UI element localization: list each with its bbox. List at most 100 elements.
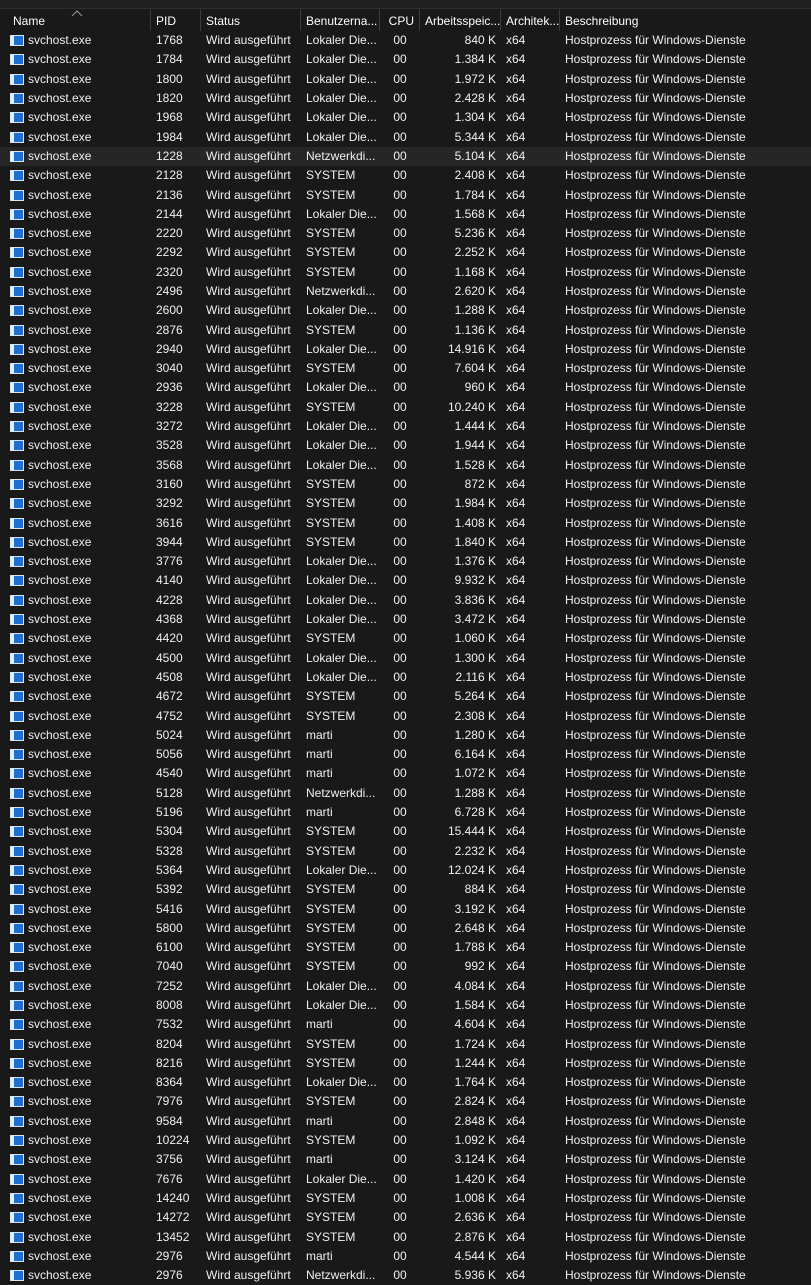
table-row[interactable]: svchost.exe 3528 Wird ausgeführt Lokaler Di…	[0, 436, 811, 455]
table-row[interactable]: svchost.exe 4672 Wird ausgeführt SYSTEM 00 5.…	[0, 687, 811, 706]
table-row[interactable]: svchost.exe 2600 Wird ausgeführt Lokaler Di…	[0, 301, 811, 320]
process-pid: 4752	[156, 708, 183, 723]
table-row[interactable]: svchost.exe 4752 Wird ausgeführt SYSTEM 00 2.…	[0, 706, 811, 725]
table-row[interactable]: svchost.exe 1820 Wird ausgeführt Lokaler Di…	[0, 89, 811, 108]
table-row[interactable]: svchost.exe 14272 Wird ausgeführt SYSTEM 00 2…	[0, 1208, 811, 1227]
table-row[interactable]: svchost.exe 2136 Wird ausgeführt SYSTEM 00 1.…	[0, 185, 811, 204]
table-row[interactable]: svchost.exe 7040 Wird ausgeführt SYSTEM 00 99…	[0, 957, 811, 976]
table-row[interactable]: svchost.exe 3292 Wird ausgeführt SYSTEM 00 1.…	[0, 494, 811, 513]
table-row[interactable]: svchost.exe 7252 Wird ausgeführt Lokaler Di…	[0, 977, 811, 996]
table-row[interactable]: svchost.exe 4368 Wird ausgeführt Lokaler Di…	[0, 610, 811, 629]
table-row[interactable]: svchost.exe 3272 Wird ausgeführt Lokaler Di…	[0, 417, 811, 436]
table-row[interactable]: svchost.exe 5056 Wird ausgeführt marti 00 6.1…	[0, 745, 811, 764]
table-row[interactable]: svchost.exe 2976 Wird ausgeführt marti 00 4.5…	[0, 1247, 811, 1266]
column-header-architecture[interactable]: Architek...	[501, 9, 560, 31]
table-row[interactable]: svchost.exe 7976 Wird ausgeführt SYSTEM 00 2.…	[0, 1092, 811, 1111]
column-header-description[interactable]: Beschreibung	[560, 9, 811, 31]
table-row[interactable]: svchost.exe 4508 Wird ausgeführt Lokaler Di…	[0, 668, 811, 687]
table-row[interactable]: svchost.exe 4540 Wird ausgeführt marti 00 1.0…	[0, 764, 811, 783]
table-row[interactable]: svchost.exe 8008 Wird ausgeführt Lokaler Di…	[0, 996, 811, 1015]
process-cpu: 00	[393, 187, 407, 202]
table-row[interactable]: svchost.exe 2320 Wird ausgeführt SYSTEM 00 1.…	[0, 263, 811, 282]
process-description: Hostprozess für Windows-Dienste	[565, 766, 746, 781]
application-window-icon	[10, 961, 24, 973]
table-row[interactable]: svchost.exe 13452 Wird ausgeführt SYSTEM 00 2…	[0, 1227, 811, 1246]
column-header-user[interactable]: Benutzerna...	[301, 9, 380, 31]
table-row[interactable]: svchost.exe 1768 Wird ausgeführt Lokaler Di…	[0, 31, 811, 50]
process-architecture: x64	[506, 862, 526, 877]
table-row[interactable]: svchost.exe 3944 Wird ausgeführt SYSTEM 00 1.…	[0, 533, 811, 552]
table-row[interactable]: svchost.exe 4140 Wird ausgeführt Lokaler Di…	[0, 571, 811, 590]
table-row[interactable]: svchost.exe 7676 Wird ausgeführt Lokaler Di…	[0, 1170, 811, 1189]
table-row[interactable]: svchost.exe 5416 Wird ausgeführt SYSTEM 00 3.…	[0, 899, 811, 918]
table-row[interactable]: svchost.exe 3616 Wird ausgeführt SYSTEM 00 1.…	[0, 513, 811, 532]
table-row[interactable]: svchost.exe 2144 Wird ausgeführt Lokaler Di…	[0, 205, 811, 224]
table-row[interactable]: svchost.exe 3228 Wird ausgeführt SYSTEM 00 10…	[0, 398, 811, 417]
table-row[interactable]: svchost.exe 2496 Wird ausgeführt Netzwerkdi…	[0, 282, 811, 301]
application-window-icon	[10, 1096, 24, 1108]
table-row[interactable]: svchost.exe 3568 Wird ausgeführt Lokaler Di…	[0, 456, 811, 475]
table-row[interactable]: svchost.exe 10224 Wird ausgeführt SYSTEM 00 1…	[0, 1131, 811, 1150]
column-header-pid[interactable]: PID	[151, 9, 201, 31]
process-memory: 884 K	[464, 882, 496, 897]
table-row[interactable]: svchost.exe 2220 Wird ausgeführt SYSTEM 00 5.…	[0, 224, 811, 243]
table-row[interactable]: svchost.exe 2976 Wird ausgeführt Netzwerkdi…	[0, 1266, 811, 1285]
table-row[interactable]: svchost.exe 5364 Wird ausgeführt Lokaler Di…	[0, 861, 811, 880]
table-row[interactable]: svchost.exe 1800 Wird ausgeführt Lokaler Di…	[0, 70, 811, 89]
table-row[interactable]: svchost.exe 5800 Wird ausgeführt SYSTEM 00 2.…	[0, 919, 811, 938]
table-row[interactable]: svchost.exe 4500 Wird ausgeführt Lokaler Di…	[0, 649, 811, 668]
process-user: SYSTEM	[306, 476, 356, 491]
table-row[interactable]: svchost.exe 5196 Wird ausgeführt marti 00 6.7…	[0, 803, 811, 822]
process-pid: 8216	[156, 1055, 183, 1070]
table-row[interactable]: svchost.exe 6100 Wird ausgeführt SYSTEM 00 1.…	[0, 938, 811, 957]
table-row[interactable]: svchost.exe 1228 Wird ausgeführt Netzwerkdi…	[0, 146, 811, 167]
table-row[interactable]: svchost.exe 4420 Wird ausgeführt SYSTEM 00 1.…	[0, 629, 811, 648]
table-row[interactable]: svchost.exe 5024 Wird ausgeführt marti 00 1.2…	[0, 726, 811, 745]
process-memory: 2.648 K	[454, 920, 496, 935]
table-row[interactable]: svchost.exe 1784 Wird ausgeführt Lokaler Di…	[0, 50, 811, 69]
process-description: Hostprozess für Windows-Dienste	[565, 303, 746, 318]
process-name-cell: svchost.exe	[0, 514, 151, 533]
table-row[interactable]: svchost.exe 5128 Wird ausgeführt Netzwerkdi…	[0, 784, 811, 803]
table-row[interactable]: svchost.exe 8204 Wird ausgeführt SYSTEM 00 1.…	[0, 1034, 811, 1053]
table-row[interactable]: svchost.exe 14240 Wird ausgeführt SYSTEM 00 1…	[0, 1189, 811, 1208]
table-row[interactable]: svchost.exe 2936 Wird ausgeführt Lokaler Di…	[0, 378, 811, 397]
table-row[interactable]: svchost.exe 8364 Wird ausgeführt Lokaler Di…	[0, 1073, 811, 1092]
table-row[interactable]: svchost.exe 2876 Wird ausgeführt SYSTEM 00 1.…	[0, 320, 811, 339]
column-header-status[interactable]: Status	[201, 9, 301, 31]
process-description: Hostprozess für Windows-Dienste	[565, 978, 746, 993]
table-row[interactable]: svchost.exe 7532 Wird ausgeführt marti 00 4.6…	[0, 1015, 811, 1034]
table-row[interactable]: svchost.exe 1968 Wird ausgeführt Lokaler Di…	[0, 108, 811, 127]
process-name-cell: svchost.exe	[0, 957, 151, 976]
process-status: Wird ausgeführt	[206, 206, 291, 221]
process-status: Wird ausgeführt	[206, 1152, 291, 1167]
table-row[interactable]: svchost.exe 9584 Wird ausgeführt marti 00 2.8…	[0, 1112, 811, 1131]
process-pid: 7532	[156, 1017, 183, 1032]
process-name-cell: svchost.exe	[0, 996, 151, 1015]
table-row[interactable]: svchost.exe 5328 Wird ausgeführt SYSTEM 00 2.…	[0, 841, 811, 860]
table-row[interactable]: svchost.exe 5392 Wird ausgeführt SYSTEM 00 88…	[0, 880, 811, 899]
table-row[interactable]: svchost.exe 3776 Wird ausgeführt Lokaler Di…	[0, 552, 811, 571]
process-architecture: x64	[506, 708, 526, 723]
table-row[interactable]: svchost.exe 2128 Wird ausgeführt SYSTEM 00 2.…	[0, 166, 811, 185]
column-header-cpu[interactable]: CPU	[380, 9, 420, 31]
process-architecture: x64	[506, 785, 526, 800]
table-row[interactable]: svchost.exe 1984 Wird ausgeführt Lokaler Di…	[0, 127, 811, 146]
process-description: Hostprozess für Windows-Dienste	[565, 457, 746, 472]
table-row[interactable]: svchost.exe 3040 Wird ausgeführt SYSTEM 00 7.…	[0, 359, 811, 378]
column-header-memory[interactable]: Arbeitsspeic...	[420, 9, 501, 31]
table-row[interactable]: svchost.exe 4228 Wird ausgeführt Lokaler Di…	[0, 591, 811, 610]
table-row[interactable]: svchost.exe 2940 Wird ausgeführt Lokaler Di…	[0, 340, 811, 359]
process-pid: 1984	[156, 129, 183, 144]
table-row[interactable]: svchost.exe 3756 Wird ausgeführt marti 00 3.1…	[0, 1150, 811, 1169]
process-status: Wird ausgeführt	[206, 129, 291, 144]
process-cpu: 00	[393, 399, 407, 414]
process-name: svchost.exe	[28, 997, 92, 1012]
process-cpu: 00	[393, 862, 407, 877]
table-row[interactable]: svchost.exe 8216 Wird ausgeführt SYSTEM 00 1.…	[0, 1054, 811, 1073]
table-row[interactable]: svchost.exe 2292 Wird ausgeführt SYSTEM 00 2.…	[0, 243, 811, 262]
process-name: svchost.exe	[28, 245, 92, 260]
table-row[interactable]: svchost.exe 3160 Wird ausgeführt SYSTEM 00 87…	[0, 475, 811, 494]
process-status: Wird ausgeführt	[206, 284, 291, 298]
table-row[interactable]: svchost.exe 5304 Wird ausgeführt SYSTEM 00 15…	[0, 822, 811, 841]
